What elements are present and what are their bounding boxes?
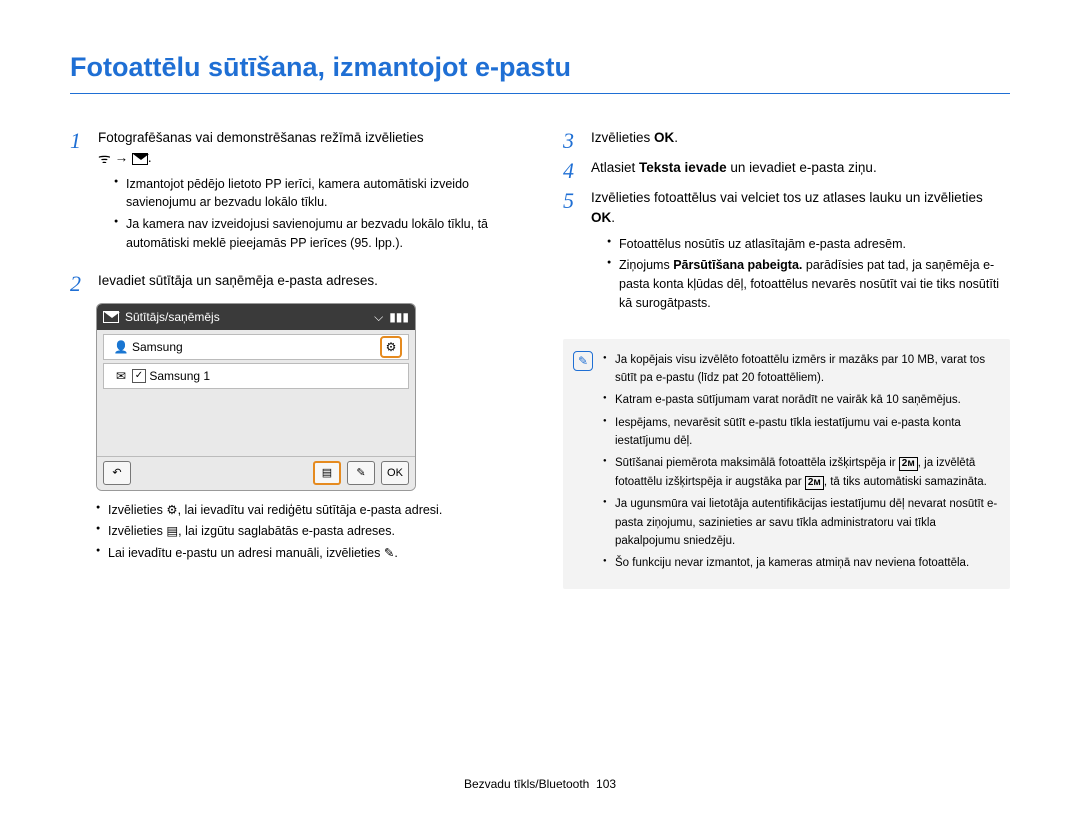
bullet-item: Fotoattēlus nosūtīs uz atlasītajām e-pas… — [607, 235, 1010, 254]
bullet-item: Ja kamera nav izveidojusi savienojumu ar… — [114, 215, 517, 253]
step1-bullets: Izmantojot pēdējo lietoto PP ierīci, kam… — [98, 175, 517, 253]
step-number-2: 2 — [70, 271, 88, 295]
screenshot-header: Sūtītājs/saņēmējs — [125, 308, 220, 326]
camera-screenshot: Sūtītājs/saņēmējs ⌵ ▮▮▮ 👤 Samsung ⚙ ✉ ✓ — [96, 303, 416, 491]
bullet-item: Izmantojot pēdējo lietoto PP ierīci, kam… — [114, 175, 517, 213]
info-note: ✎ Ja kopējais visu izvēlēto fotoattēlu i… — [563, 339, 1010, 589]
edit-icon: ✎ — [384, 546, 394, 560]
signal-icon: ⌵ — [374, 308, 383, 326]
note-item: Sūtīšanai piemērota maksimālā fotoattēla… — [603, 454, 998, 491]
gear-icon: ⚙ — [166, 503, 177, 517]
arrow-text: → — [115, 150, 132, 165]
step2-bullets: Izvēlieties ⚙, lai ievadītu vai rediģētu… — [80, 501, 517, 563]
step4-text: Atlasiet — [591, 160, 639, 175]
step3-text: Izvēlieties — [591, 130, 654, 145]
note-item: Katram e-pasta sūtījumam varat norādīt n… — [603, 391, 998, 409]
recipient-row[interactable]: ✉ ✓ Samsung 1 — [103, 363, 409, 389]
sender-row[interactable]: 👤 Samsung ⚙ — [103, 334, 409, 360]
contacts-button[interactable]: ▤ — [313, 461, 341, 485]
step-number-3: 3 — [563, 128, 581, 152]
gear-button[interactable]: ⚙ — [380, 336, 402, 358]
checkbox[interactable]: ✓ — [132, 369, 146, 383]
footer-section: Bezvadu tīkls/Bluetooth — [464, 777, 589, 791]
step1-text: Fotografēšanas vai demonstrēšanas režīmā… — [98, 130, 424, 145]
contacts-icon: ▤ — [166, 524, 178, 538]
page-title: Fotoattēlu sūtīšana, izmantojot e-pastu — [70, 52, 1010, 94]
step-number-5: 5 — [563, 188, 581, 325]
person-icon: 👤 — [110, 338, 132, 356]
page-footer: Bezvadu tīkls/Bluetooth 103 — [0, 777, 1080, 791]
note-icon: ✎ — [573, 351, 593, 371]
note-item: Ja kopējais visu izvēlēto fotoattēlu izm… — [603, 351, 998, 388]
note-item: Ja ugunsmūra vai lietotāja autentifikāci… — [603, 495, 998, 550]
envelope-icon — [132, 152, 148, 166]
envelope-icon: ✉ — [110, 367, 132, 385]
envelope-icon — [103, 310, 119, 323]
note-item: Šo funkciju nevar izmantot, ja kameras a… — [603, 554, 998, 572]
step4-bold: Teksta ievade — [639, 160, 727, 175]
sender-value: Samsung — [132, 338, 183, 356]
back-button[interactable]: ↶ — [103, 461, 131, 485]
bullet-item: Izvēlieties ▤, lai izgūtu saglabātās e-p… — [96, 522, 517, 541]
note-item: Iespējams, nevarēsit sūtīt e-pastu tīkla… — [603, 414, 998, 451]
ok-button[interactable]: OK — [381, 461, 409, 485]
left-column: 1 Fotografēšanas vai demonstrēšanas režī… — [70, 128, 517, 589]
note-list: Ja kopējais visu izvēlēto fotoattēlu izm… — [603, 351, 998, 577]
right-column: 3 Izvēlieties OK. 4 Atlasiet Teksta ieva… — [563, 128, 1010, 589]
page-number: 103 — [596, 777, 616, 791]
resolution-badge: 2ᴍ — [899, 457, 918, 471]
bullet-item: Ziņojums Pārsūtīšana pabeigta. parādīsie… — [607, 256, 1010, 312]
wifi-icon: ᯤ — [98, 151, 111, 165]
step-number-1: 1 — [70, 128, 88, 265]
edit-button[interactable]: ✎ — [347, 461, 375, 485]
step-number-4: 4 — [563, 158, 581, 182]
step5-text: Izvēlieties fotoattēlus vai velciet tos … — [591, 190, 983, 205]
recipient-value: Samsung 1 — [149, 367, 210, 385]
battery-icon: ▮▮▮ — [389, 308, 409, 326]
step2-text: Ievadiet sūtītāja un saņēmēja e-pasta ad… — [98, 273, 378, 288]
bullet-item: Lai ievadītu e-pastu un adresi manuāli, … — [96, 544, 517, 563]
bullet-item: Izvēlieties ⚙, lai ievadītu vai rediģētu… — [96, 501, 517, 520]
resolution-badge: 2ᴍ — [805, 476, 824, 490]
step3-bold: OK — [654, 130, 674, 145]
step5-bold: OK — [591, 210, 611, 225]
step5-bullets: Fotoattēlus nosūtīs uz atlasītajām e-pas… — [591, 235, 1010, 313]
